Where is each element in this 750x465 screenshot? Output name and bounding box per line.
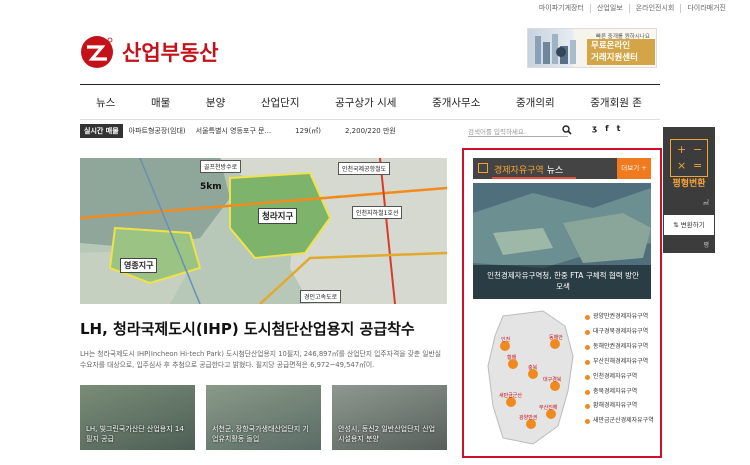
converter-unit-pyeong: 평 [703,242,709,249]
ad-line-2: 거래지원센터 [591,53,638,63]
map-zone-yellow-sea: 황해 [507,355,517,361]
nav-item-industrial-complex[interactable]: 산업단지 [261,95,300,110]
utility-link-exhibition[interactable]: 온라인전시회 [628,4,681,13]
utility-links: 마이파기게장터 산업일보 온라인전시회 다이라매거진 [533,4,732,13]
logo-text: 산업부동산 [122,41,219,65]
list-item[interactable]: 충북경제자유구역 [585,385,655,400]
twitter-icon[interactable]: t [617,124,621,133]
realtime-price: 2,200/220 만원 [344,127,396,135]
swap-icon: ⇅ [673,221,681,229]
free-zone-news-image[interactable]: 인천경제자유구역청, 한중 FTA 구체적 협력 방안 모색 [473,183,651,299]
realtime-bar: 실시간 매물 아파트형공장(임대) 서울특별시 영등포구 문... 129(㎡)… [80,123,660,139]
utility-bar: 마이파기게장터 산업일보 온라인전시회 다이라매거진 [0,0,750,20]
nav-item-tool-market-price[interactable]: 공구상가 시세 [335,95,396,110]
free-zone-header: 경제자유구역 뉴스 더보기 + [473,158,651,179]
map-label-highway: 경인고속도로 [300,290,342,303]
nav-item-request[interactable]: 중개의뢰 [516,95,555,110]
nav-item-member-zone[interactable]: 중개회원 존 [590,95,642,110]
realtime-address[interactable]: 서울특별시 영등포구 문... [196,126,272,136]
panel-title-main: 경제자유구역 [494,166,544,176]
main-nav: 뉴스 매물 분양 산업단지 공구상가 시세 중개사무소 중개의뢰 중개회원 존 [80,84,660,120]
site-logo[interactable]: 산업부동산 [80,35,219,69]
news-thumb-3[interactable]: 안성시, 동신2 일반산업단지 산업시설용지 분양 [332,385,447,450]
list-item[interactable]: 광양만권경제자유구역 [585,310,655,325]
hero-image[interactable]: 골프천방수로 인천국제공항철도 5km 청라지구 인천지하철1호선 영종지구 경… [80,158,447,304]
news-thumb-caption: 서천군, 장항국가생태산업단지 기업유치활동 돌입 [212,425,309,443]
logo-emblem-icon [80,35,114,69]
kakaostory-icon[interactable]: ʒ [592,124,597,133]
panel-box-icon [478,163,488,173]
headline-summary: LH는 청라국제도시 IHP(Incheon Hi-tech Park) 도시첨… [80,350,442,369]
map-zone-busan: 부산진해 [539,405,558,411]
panel-title: 경제자유구역 뉴스 [494,163,563,176]
convert-button-label: 변환하기 [680,221,705,229]
list-item[interactable]: 새만금군산경제자유구역 [585,414,655,429]
news-thumb-caption: LH, 빛그린국가산단 산업용지 14필지 공급 [86,425,184,443]
utility-link-magazine[interactable]: 다이라매거진 [680,4,732,13]
list-item[interactable]: 동해안권경제자유구역 [585,340,655,355]
map-label-yeongjong: 영종지구 [120,258,158,273]
panel-underline [492,177,576,179]
map-zone-incheon: 인천 [501,337,511,343]
realtime-area: 129(㎡) [295,127,321,135]
nav-item-listings[interactable]: 매물 [151,95,170,110]
search-input[interactable]: 검색어를 입력하세요. [468,123,568,137]
area-converter: + − × = 평형변환 ㎡ ⇅ 변환하기 평 [663,127,715,253]
converter-title: 평형변환 [672,179,706,189]
ad-banner[interactable]: 빠른 중개를 원하시나요 무료온라인 거래지원센터 [527,28,657,68]
nav-item-news[interactable]: 뉴스 [96,95,115,110]
news-thumb-2[interactable]: 서천군, 장항국가생태산업단지 기업유치활동 돌입 [206,385,321,450]
ad-illustration [531,32,583,66]
panel-title-sub: 뉴스 [546,166,564,176]
map-label-distance: 5km [200,182,222,192]
ad-line-1: 무료온라인 [591,41,631,51]
map-label-cheongna: 청라지구 [258,208,298,224]
news-thumb-1[interactable]: LH, 빛그린국가산단 산업용지 14필지 공급 [80,385,195,450]
free-zone-map[interactable]: 인천 동해안 황해 충북 대구경북 새만금군산 부산진해 광양만권 광양만권경제… [473,306,654,452]
free-zone-panel: 경제자유구역 뉴스 더보기 + 인천경제자유구역청, 한중 FTA 구체적 협력… [462,148,662,458]
nav-item-sale[interactable]: 분양 [206,95,225,110]
list-item[interactable]: 황해경제자유구역 [585,399,655,414]
map-label-airport-rail: 인천국제공항철도 [338,162,391,175]
more-button[interactable]: 더보기 + [617,158,651,179]
map-zone-chungbuk: 충북 [528,365,538,371]
social-links: ʒ f t [592,124,620,133]
convert-button[interactable]: ⇅ 변환하기 [663,214,715,236]
realtime-badge: 실시간 매물 [80,124,123,138]
facebook-icon[interactable]: f [605,124,608,133]
map-zone-east-coast: 동해안 [549,335,563,341]
calculator-icon: + − × = [670,139,708,177]
utility-link-market[interactable]: 마이파기게장터 [533,4,590,13]
map-zone-gwangyang: 광양만권 [519,415,538,421]
list-item[interactable]: 대구경북경제자유구역 [585,325,655,340]
realtime-type[interactable]: 아파트형공장(임대) [129,126,186,136]
map-zone-saemangeum: 새만금군산 [499,393,523,399]
map-label-subway: 인천지하철1호선 [352,206,403,219]
search-icon[interactable] [562,125,572,135]
ad-label-box: 무료온라인 거래지원센터 [587,39,655,65]
converter-unit-sqm: ㎡ [702,200,709,207]
list-item[interactable]: 인천경제자유구역 [585,370,655,385]
map-zone-daegu: 대구경북 [543,377,562,383]
utility-link-news[interactable]: 산업일보 [589,4,629,13]
list-item[interactable]: 부산진해경제자유구역 [585,355,655,370]
headline-title[interactable]: LH, 청라국제도시(IHP) 도시첨단산업용지 공급착수 [80,318,415,339]
nav-item-brokerage[interactable]: 중개사무소 [432,95,480,110]
free-zone-list: 광양만권경제자유구역 대구경북경제자유구역 동해안권경제자유구역 부산진해경제자… [585,310,655,429]
news-thumb-caption: 안성시, 동신2 일반산업단지 산업시설용지 분양 [338,425,436,443]
free-zone-news-caption: 인천경제자유구역청, 한중 FTA 구체적 협력 방안 모색 [487,271,639,291]
news-thumbnails: LH, 빛그린국가산단 산업용지 14필지 공급 서천군, 장항국가생태산업단지… [80,385,447,450]
map-label-waterway: 골프천방수로 [200,160,242,173]
